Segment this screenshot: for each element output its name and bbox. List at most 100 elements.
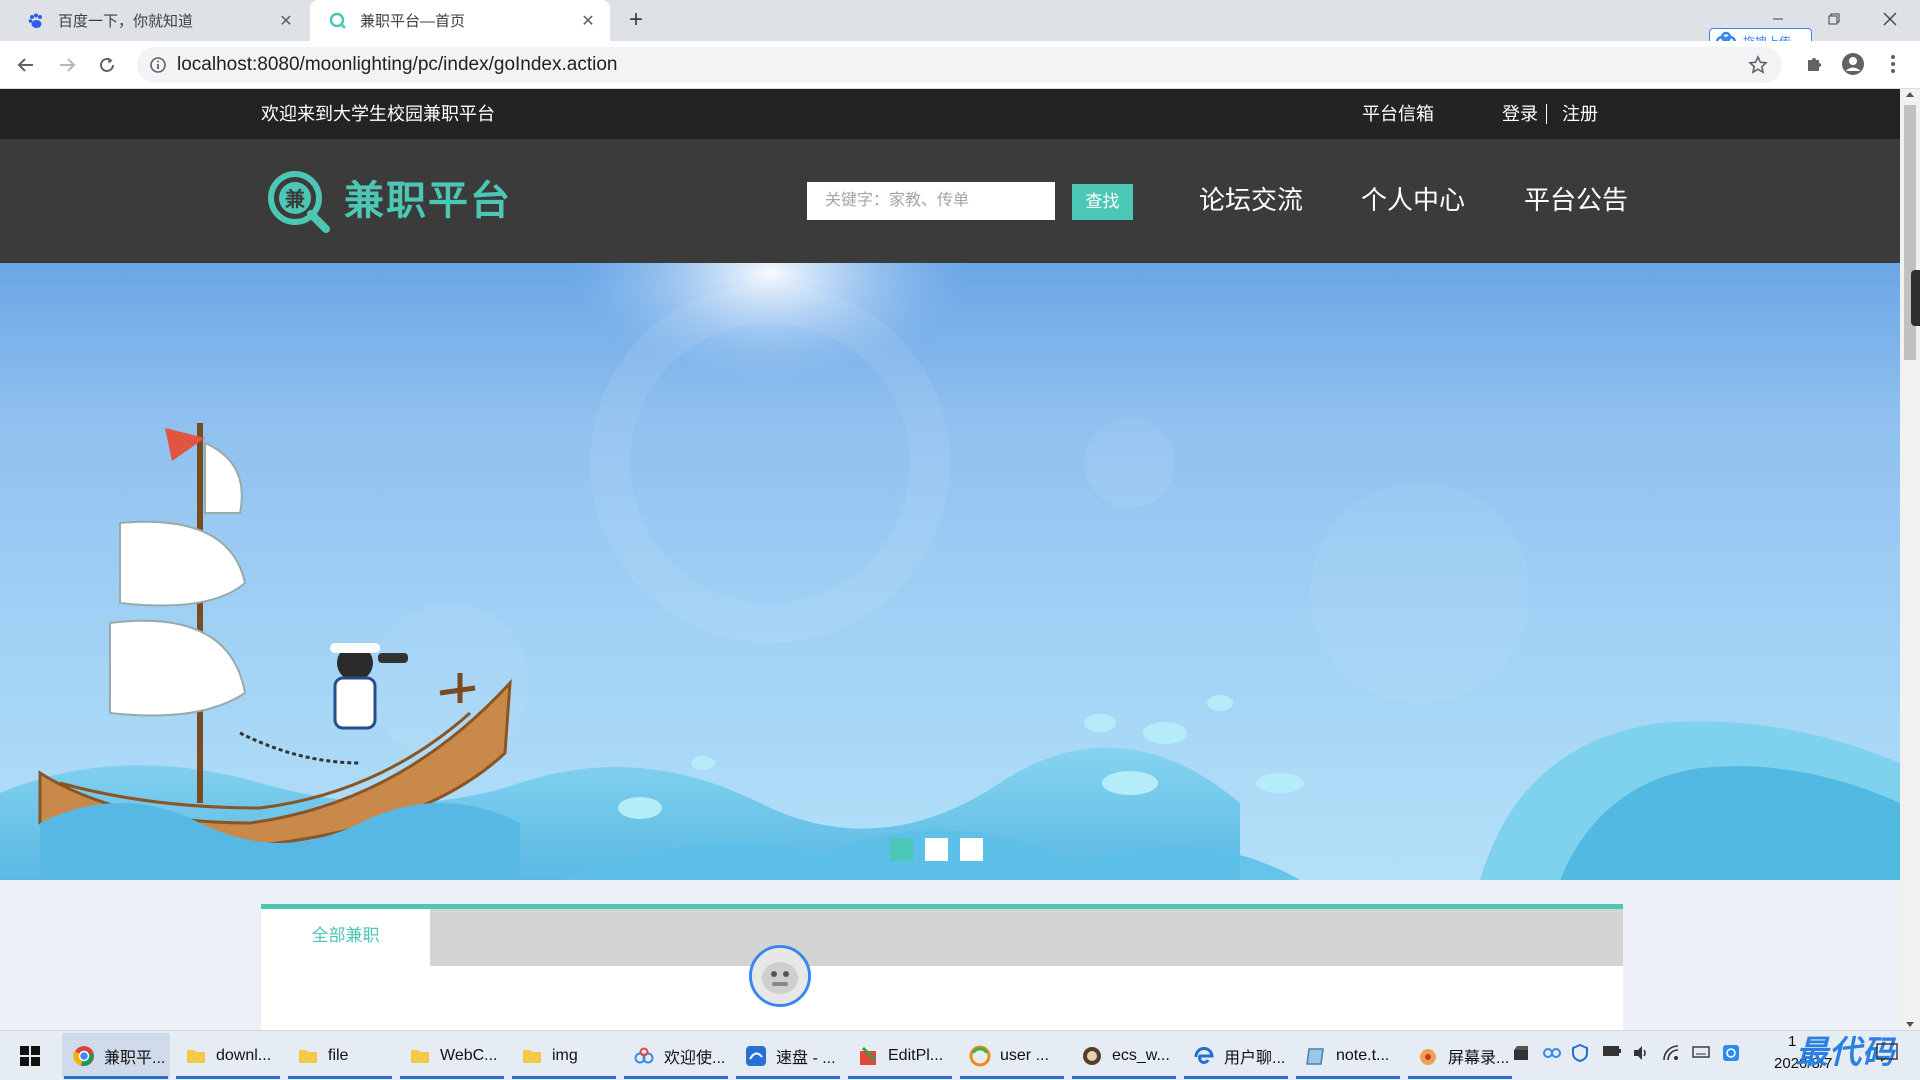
taskbar-label: img xyxy=(552,1047,578,1064)
carousel-dot-1[interactable] xyxy=(890,838,913,861)
side-panel-handle[interactable] xyxy=(1911,270,1920,326)
carousel-dot-2[interactable] xyxy=(925,838,948,861)
taskbar-item-editplus[interactable]: EditPl... xyxy=(846,1033,954,1079)
running-indicator xyxy=(848,1076,952,1079)
running-indicator xyxy=(400,1076,504,1079)
browser-tab-baidu[interactable]: 百度一下，你就知道 ✕ xyxy=(8,0,308,41)
taskbar-item-user[interactable]: user ... xyxy=(958,1033,1066,1079)
baidu-paw-icon xyxy=(26,11,46,31)
running-indicator xyxy=(288,1076,392,1079)
taskbar-item-recorder[interactable]: 屏幕录... xyxy=(1406,1033,1514,1079)
kebab-menu-icon[interactable] xyxy=(1879,50,1907,78)
recorder-icon xyxy=(1416,1044,1440,1068)
taskbar-item-chrome[interactable]: 兼职平... xyxy=(62,1033,170,1079)
qq-icon[interactable] xyxy=(1722,1044,1748,1064)
browser-tab-strip: 百度一下，你就知道 ✕ 兼职平台—首页 ✕ + xyxy=(0,0,1920,41)
scroll-up-icon[interactable] xyxy=(1906,92,1914,97)
tab-title: 百度一下，你就知道 xyxy=(58,13,194,30)
keyboard-icon[interactable] xyxy=(1692,1044,1718,1064)
active-indicator xyxy=(64,1076,168,1079)
running-indicator xyxy=(1408,1076,1512,1079)
logo-text[interactable]: 兼职平台 xyxy=(344,179,512,223)
carousel-dot-3[interactable] xyxy=(960,838,983,861)
taskbar-item-downloads[interactable]: downl... xyxy=(174,1033,282,1079)
site-top-bar: 欢迎来到大学生校园兼职平台 平台信箱 登录 注册 xyxy=(0,89,1900,139)
cloud-icon xyxy=(632,1044,656,1068)
running-indicator xyxy=(624,1076,728,1079)
reload-icon[interactable] xyxy=(91,49,123,81)
taskbar-item-img[interactable]: img xyxy=(510,1033,618,1079)
volume-icon[interactable] xyxy=(1632,1044,1658,1064)
carousel-indicators xyxy=(890,838,983,861)
extensions-puzzle-icon[interactable] xyxy=(1800,50,1828,78)
login-link[interactable]: 登录 xyxy=(1502,89,1538,139)
tab-title: 兼职平台—首页 xyxy=(360,13,466,30)
clapper-icon[interactable] xyxy=(1512,1044,1538,1064)
close-icon[interactable]: ✕ xyxy=(576,9,600,33)
taskbar-label: WebC... xyxy=(440,1047,498,1064)
register-link[interactable]: 注册 xyxy=(1562,89,1598,139)
nav-personal-center[interactable]: 个人中心 xyxy=(1361,183,1465,217)
battery-icon[interactable] xyxy=(1602,1044,1628,1064)
taskbar-item-welcome[interactable]: 欢迎使... xyxy=(622,1033,730,1079)
running-indicator xyxy=(736,1076,840,1079)
taskbar-item-notepad[interactable]: note.t... xyxy=(1294,1033,1402,1079)
new-tab-button[interactable]: + xyxy=(622,8,650,34)
taskbar-label: 兼职平... xyxy=(104,1050,166,1067)
info-icon[interactable] xyxy=(149,56,167,74)
address-bar: localhost:8080/moonlighting/pc/index/goI… xyxy=(0,41,1920,89)
taskbar-item-webc[interactable]: WebC... xyxy=(398,1033,506,1079)
taskbar-label: note.t... xyxy=(1336,1047,1390,1064)
logo-icon[interactable]: 兼 xyxy=(266,169,332,235)
system-tray xyxy=(1512,1040,1752,1068)
running-indicator xyxy=(512,1076,616,1079)
page-scrollbar[interactable] xyxy=(1900,89,1920,1030)
tab-all-jobs[interactable]: 全部兼职 xyxy=(261,909,430,966)
banner-illustration xyxy=(0,263,1900,880)
folder-icon xyxy=(520,1044,544,1068)
taskbar-label: ecs_w... xyxy=(1112,1047,1170,1064)
search-button[interactable]: 查找 xyxy=(1072,184,1133,220)
taskbar-label: downl... xyxy=(216,1047,272,1064)
divider xyxy=(1546,104,1547,124)
taskbar-item-ecs[interactable]: ecs_w... xyxy=(1070,1033,1178,1079)
banner-carousel[interactable] xyxy=(0,263,1900,880)
close-icon[interactable]: ✕ xyxy=(274,9,298,33)
avatar[interactable] xyxy=(749,945,811,1007)
url-field[interactable]: localhost:8080/moonlighting/pc/index/goI… xyxy=(137,47,1782,83)
taskbar-item-chat[interactable]: 用户聊... xyxy=(1182,1033,1290,1079)
welcome-text: 欢迎来到大学生校园兼职平台 xyxy=(261,104,495,124)
edge-icon xyxy=(1192,1044,1216,1068)
restore-icon[interactable] xyxy=(1806,0,1862,38)
taskbar-item-file[interactable]: file xyxy=(286,1033,394,1079)
nav-forum[interactable]: 论坛交流 xyxy=(1199,183,1303,217)
folder-icon xyxy=(184,1044,208,1068)
taskbar-label: 用户聊... xyxy=(1224,1050,1286,1067)
running-indicator xyxy=(176,1076,280,1079)
search-input[interactable] xyxy=(807,182,1055,220)
scroll-down-icon[interactable] xyxy=(1906,1022,1914,1027)
platform-mailbox-link[interactable]: 平台信箱 xyxy=(1362,89,1434,139)
windows-start-icon[interactable] xyxy=(10,1040,50,1072)
taskbar-item-speedpan[interactable]: 速盘 - ... xyxy=(734,1033,842,1079)
taskbar-label: user ... xyxy=(1000,1047,1049,1064)
running-indicator xyxy=(1072,1076,1176,1079)
main-nav: 兼 兼职平台 查找 论坛交流 个人中心 平台公告 xyxy=(0,139,1900,263)
notification-icon[interactable] xyxy=(1876,1043,1900,1065)
editplus-icon xyxy=(856,1044,880,1068)
page-viewport: 欢迎来到大学生校园兼职平台 平台信箱 登录 注册 兼 兼职平台 查找 论坛交流 … xyxy=(0,89,1900,1030)
app-icon xyxy=(1080,1044,1104,1068)
speedpan-icon xyxy=(744,1044,768,1068)
window-close-icon[interactable] xyxy=(1862,0,1918,38)
bookmark-star-icon[interactable] xyxy=(1748,55,1768,75)
chrome-icon xyxy=(72,1044,96,1068)
wifi-icon[interactable] xyxy=(1662,1044,1688,1064)
nav-announcements[interactable]: 平台公告 xyxy=(1524,183,1628,217)
shield-icon[interactable] xyxy=(1572,1043,1598,1064)
profile-avatar-icon[interactable] xyxy=(1839,50,1867,78)
back-icon[interactable] xyxy=(10,49,42,81)
job-list-panel: 全部兼职 xyxy=(261,904,1623,1030)
browser-tab-homepage[interactable]: 兼职平台—首页 ✕ xyxy=(310,0,610,41)
baidu-cloud-tray-icon[interactable] xyxy=(1542,1044,1568,1064)
forward-icon[interactable] xyxy=(51,49,83,81)
